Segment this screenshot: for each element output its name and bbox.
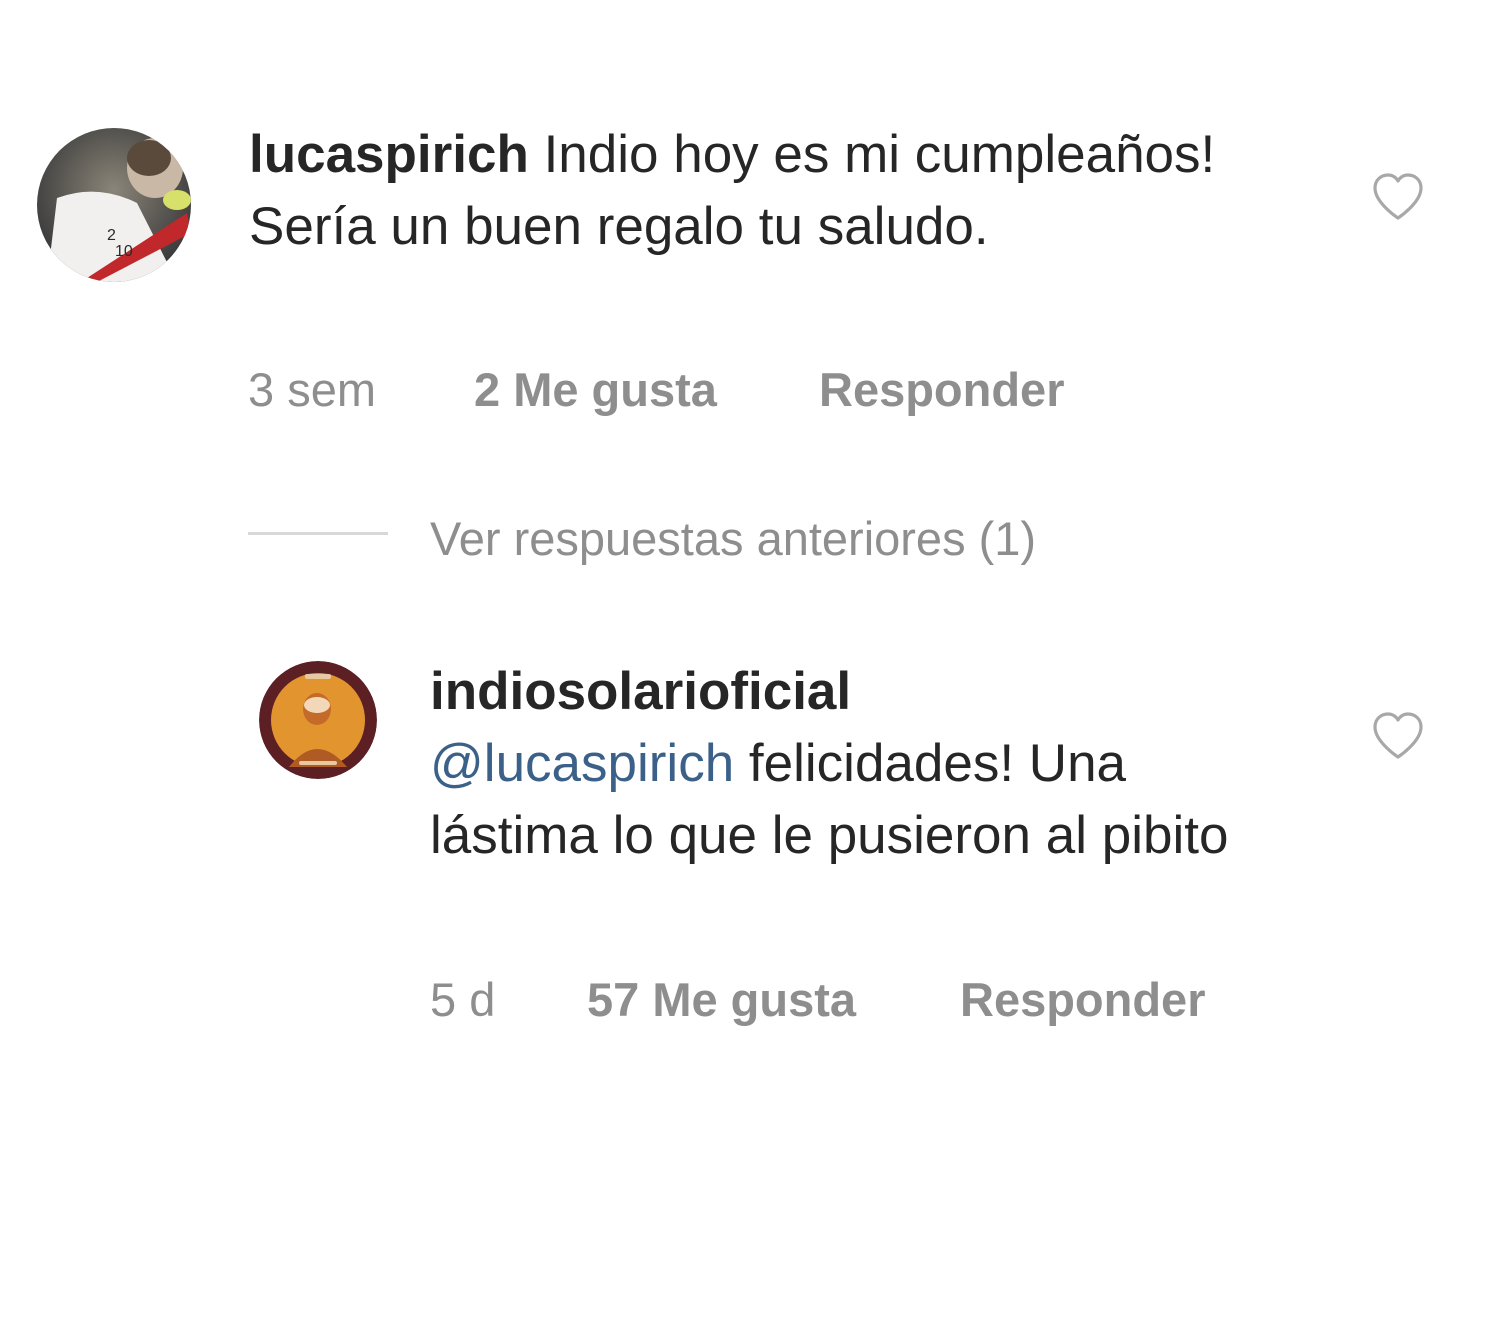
comment-meta: 3 sem 2 Me gusta Responder — [248, 362, 1148, 418]
avatar-indiosolarioficial[interactable] — [259, 661, 377, 779]
comment-reply-button[interactable]: Responder — [819, 362, 1065, 418]
reply-meta: 5 d 57 Me gusta Responder — [430, 972, 1330, 1028]
comment-likes-count[interactable]: 2 Me gusta — [474, 362, 717, 418]
reply-body: indiosolarioficial @lucaspirich felicida… — [430, 656, 1250, 872]
svg-text:2: 2 — [107, 227, 116, 244]
avatar-lucaspirich[interactable]: 2 10 — [37, 128, 191, 282]
view-previous-replies-link[interactable]: Ver respuestas anteriores (1) — [430, 511, 1036, 567]
reply-reply-button[interactable]: Responder — [960, 972, 1206, 1028]
comment-time: 3 sem — [248, 363, 376, 416]
reply-username[interactable]: indiosolarioficial — [430, 662, 851, 721]
avatar-photo: 2 10 — [37, 128, 191, 282]
svg-text:10: 10 — [115, 243, 133, 260]
comment-like-heart-icon[interactable] — [1371, 172, 1425, 222]
comment-body: lucaspirich Indio hoy es mi cumpleaños! … — [249, 119, 1249, 263]
replies-divider — [248, 532, 388, 535]
reply-mention-link[interactable]: @lucaspirich — [430, 734, 734, 793]
reply-likes-count[interactable]: 57 Me gusta — [587, 972, 856, 1028]
comment-username[interactable]: lucaspirich — [249, 125, 529, 184]
reply-time: 5 d — [430, 973, 496, 1026]
reply-like-heart-icon[interactable] — [1371, 711, 1425, 761]
avatar-logo — [259, 661, 377, 779]
